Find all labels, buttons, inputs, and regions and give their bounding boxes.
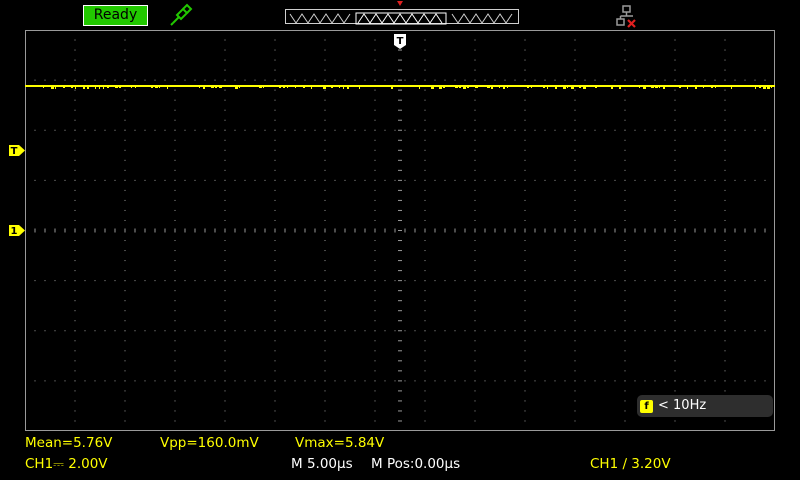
- frequency-icon: f: [640, 400, 653, 413]
- main-position: M Pos:0.00µs: [371, 456, 461, 472]
- measure-vmax: Vmax=5.84V: [295, 435, 385, 451]
- svg-text:T: T: [11, 146, 18, 157]
- memory-depth-bar: [285, 9, 519, 25]
- channel1-ground-marker: 1: [9, 225, 25, 237]
- measure-mean: Mean=5.76V: [25, 435, 113, 451]
- trigger-level-marker: T: [9, 145, 25, 157]
- ready-status-badge: Ready: [83, 5, 148, 26]
- trigger-position-marker: [397, 1, 403, 6]
- ch1-scale: CH1⎓ 2.00V: [25, 456, 108, 472]
- timebase: M 5.00µs: [291, 456, 353, 472]
- graticule: [25, 30, 775, 431]
- measure-vpp: Vpp=160.0mV: [160, 435, 259, 451]
- svg-text:1: 1: [11, 226, 18, 237]
- trigger-setting: CH1 ∕ 3.20V: [590, 456, 671, 472]
- memory-waveform-preview: [289, 12, 513, 25]
- probe-icon: [170, 3, 193, 26]
- frequency-readout-panel: f < 10Hz: [637, 395, 773, 417]
- trigger-time-marker: T: [394, 34, 406, 49]
- waveform-display[interactable]: [25, 30, 775, 431]
- frequency-value: < 10Hz: [658, 398, 707, 413]
- network-disconnected-icon: [616, 5, 636, 28]
- svg-text:T: T: [397, 36, 404, 47]
